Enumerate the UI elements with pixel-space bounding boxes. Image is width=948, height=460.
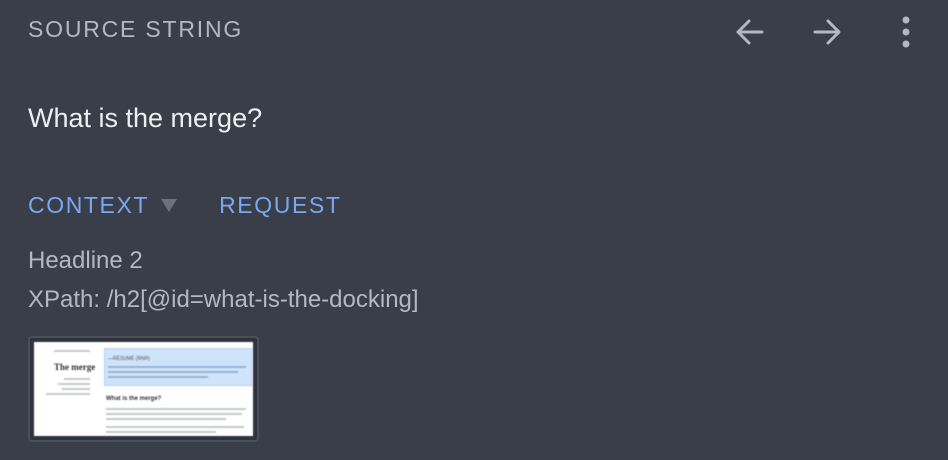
context-xpath: XPath: /h2[@id=what-is-the-docking] bbox=[28, 286, 419, 313]
tab-request[interactable]: REQUEST bbox=[219, 192, 341, 219]
preview-line bbox=[106, 408, 246, 410]
source-string-panel: SOURCE STRING What is the merge? CONTEXT… bbox=[0, 0, 948, 460]
source-string-text: What is the merge? bbox=[28, 103, 263, 133]
preview-line bbox=[64, 378, 90, 380]
preview-title: The merge bbox=[54, 362, 96, 372]
preview-line bbox=[106, 413, 242, 415]
preview-line bbox=[58, 383, 90, 385]
preview-line bbox=[54, 350, 90, 352]
panel-title: SOURCE STRING bbox=[28, 16, 244, 42]
preview-line bbox=[62, 388, 90, 390]
preview-line bbox=[108, 376, 208, 378]
preview-line bbox=[106, 418, 226, 420]
preview-line bbox=[108, 371, 238, 373]
context-element-type: Headline 2 bbox=[28, 247, 143, 274]
more-vert-icon bbox=[902, 16, 910, 48]
preview-line bbox=[106, 431, 216, 433]
previous-button[interactable] bbox=[728, 10, 772, 54]
preview-highlight-text: —RÉSUMÉ (RNR) bbox=[108, 356, 150, 362]
context-dropdown-icon[interactable] bbox=[161, 199, 178, 212]
context-screenshot-thumbnail[interactable]: The merge —RÉSUMÉ (RNR) What is the merg… bbox=[28, 336, 259, 442]
screenshot-preview: The merge —RÉSUMÉ (RNR) What is the merg… bbox=[34, 342, 253, 436]
arrow-right-icon bbox=[813, 19, 841, 45]
next-button[interactable] bbox=[805, 10, 849, 54]
tab-context[interactable]: CONTEXT bbox=[28, 192, 149, 219]
tab-bar: CONTEXT REQUEST bbox=[28, 192, 341, 219]
more-options-button[interactable] bbox=[884, 10, 928, 54]
preview-heading: What is the merge? bbox=[106, 396, 162, 402]
preview-line bbox=[46, 393, 90, 395]
preview-line bbox=[108, 366, 246, 368]
arrow-left-icon bbox=[736, 19, 764, 45]
preview-line bbox=[106, 426, 244, 428]
